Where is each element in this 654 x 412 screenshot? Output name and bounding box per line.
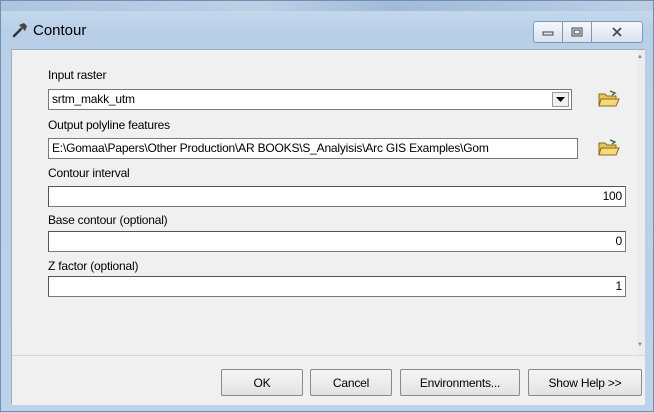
dialog-footer: OK Cancel Environments... Show Help >> <box>12 355 645 405</box>
scroll-up-icon[interactable]: ▲ <box>637 54 643 60</box>
scroll-down-icon[interactable]: ▼ <box>637 342 643 348</box>
z-factor-label: Z factor (optional) <box>48 259 139 273</box>
minimize-icon <box>542 31 554 36</box>
open-folder-icon <box>598 90 620 107</box>
vertical-scrollbar[interactable]: ▲ ▼ <box>637 50 645 355</box>
base-contour-label: Base contour (optional) <box>48 213 168 227</box>
window-title: Contour <box>33 22 87 39</box>
show-help-button[interactable]: Show Help >> <box>528 369 642 396</box>
input-raster-dropdown-button[interactable] <box>552 92 569 107</box>
output-polyline-label: Output polyline features <box>48 118 170 132</box>
close-button[interactable] <box>591 21 643 43</box>
dialog-client-area: Input raster srtm_makk_utm Output polyli… <box>11 49 645 405</box>
maximize-button[interactable] <box>562 21 592 43</box>
close-icon <box>612 27 622 37</box>
environments-button[interactable]: Environments... <box>400 369 520 396</box>
contour-interval-label: Contour interval <box>48 166 130 180</box>
open-folder-icon <box>598 139 620 156</box>
input-raster-label: Input raster <box>48 68 107 82</box>
input-raster-combobox[interactable]: srtm_makk_utm <box>48 89 572 110</box>
contour-dialog-window: Contour Input raster srtm_makk_utm Outpu… <box>0 0 654 412</box>
cancel-button[interactable]: Cancel <box>310 369 392 396</box>
output-polyline-input[interactable]: E:\Gomaa\Papers\Other Production\AR BOOK… <box>48 138 578 159</box>
minimize-button[interactable] <box>533 21 563 43</box>
input-raster-browse-button[interactable] <box>596 87 622 111</box>
title-bar[interactable]: Contour <box>1 9 653 45</box>
parameters-panel: Input raster srtm_makk_utm Output polyli… <box>12 50 637 355</box>
contour-interval-input[interactable]: 100 <box>48 186 626 207</box>
output-polyline-browse-button[interactable] <box>596 136 622 160</box>
chevron-down-icon <box>556 96 565 102</box>
input-raster-value: srtm_makk_utm <box>52 92 135 106</box>
hammer-icon <box>11 21 29 39</box>
base-contour-input[interactable]: 0 <box>48 231 626 252</box>
maximize-icon <box>571 27 583 37</box>
z-factor-input[interactable]: 1 <box>48 276 626 297</box>
ok-button[interactable]: OK <box>221 369 303 396</box>
